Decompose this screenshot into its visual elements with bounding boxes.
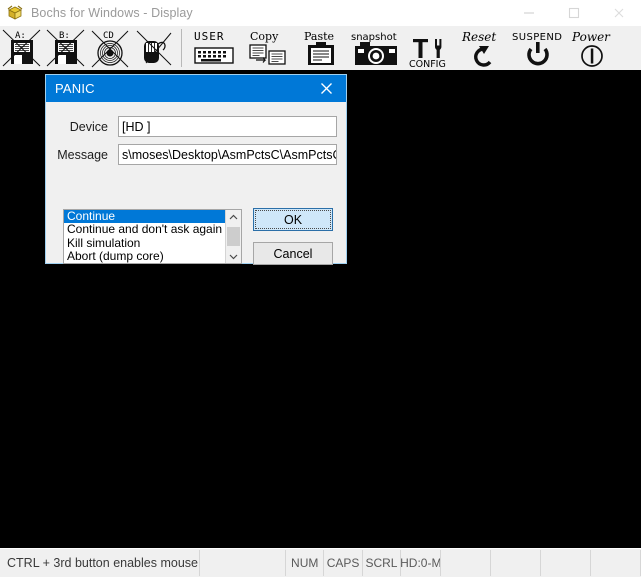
close-icon[interactable]	[596, 1, 641, 26]
panic-dialog: PANIC Device [HD ] Message s\moses\Deskt…	[45, 74, 347, 265]
bochs-window: Bochs for Windows - Display A: B: CD USE…	[0, 0, 641, 577]
window-titlebar: Bochs for Windows - Display	[0, 0, 641, 27]
status-message: CTRL + 3rd button enables mouse	[0, 550, 200, 576]
svg-text:CONFIG: CONFIG	[409, 59, 446, 69]
toolbar-button-mouse[interactable]	[132, 26, 176, 70]
device-label: Device	[69, 119, 108, 134]
status-bar: CTRL + 3rd button enables mouse NUM CAPS…	[0, 548, 641, 577]
toolbar-separator	[181, 29, 182, 67]
scrollbar-track[interactable]	[226, 224, 241, 249]
toolbar-button-snapshot[interactable]: snapshot	[349, 26, 403, 70]
ok-button-label: OK	[283, 212, 303, 227]
status-empty-cell	[441, 550, 492, 576]
list-item[interactable]: Kill simulation	[64, 237, 225, 250]
svg-text:Paste: Paste	[304, 30, 334, 43]
status-blank-cell	[200, 550, 287, 576]
message-row: Message s\moses\Desktop\AsmPctsC\AsmPcts…	[46, 144, 337, 165]
device-input[interactable]: [HD ]	[118, 116, 337, 137]
toolbar-button-cdrom[interactable]: CD	[88, 26, 132, 70]
window-title: Bochs for Windows - Display	[31, 6, 193, 20]
status-empty-cell	[591, 550, 641, 576]
panic-dialog-title: PANIC	[55, 81, 95, 96]
toolbar-button-floppy-b[interactable]: B:	[44, 26, 88, 70]
status-indicator-hd: HD:0-M	[401, 550, 442, 576]
svg-text:SUSPEND: SUSPEND	[512, 32, 562, 43]
toolbar-button-floppy-a[interactable]: A:	[0, 26, 44, 70]
status-indicator-caps: CAPS	[324, 550, 363, 576]
status-indicator-scrl: SCRL	[363, 550, 402, 576]
panic-action-listbox[interactable]: Continue Continue and don't ask again Ki…	[63, 209, 242, 264]
bochs-logo-icon	[6, 4, 24, 22]
bochs-toolbar: A: B: CD USER Copy Paste snapshot CONFIG…	[0, 26, 641, 71]
toolbar-button-config[interactable]: CONFIG	[403, 26, 457, 70]
status-empty-cell	[491, 550, 542, 576]
scroll-down-icon[interactable]	[226, 249, 241, 263]
toolbar-button-reset[interactable]: Reset	[457, 26, 511, 70]
list-item[interactable]: Abort (dump core)	[64, 250, 225, 263]
svg-text:B:: B:	[59, 31, 70, 41]
svg-text:USER: USER	[194, 30, 225, 43]
cancel-button[interactable]: Cancel	[253, 242, 333, 265]
svg-text:snapshot: snapshot	[351, 32, 397, 43]
toolbar-button-suspend[interactable]: SUSPEND	[511, 26, 565, 70]
status-empty-cell	[541, 550, 592, 576]
ok-button[interactable]: OK	[253, 208, 333, 231]
maximize-icon[interactable]	[551, 1, 596, 26]
vga-display-area[interactable]: PANIC Device [HD ] Message s\moses\Deskt…	[0, 70, 641, 548]
cancel-button-label: Cancel	[273, 246, 313, 261]
scroll-up-icon[interactable]	[226, 210, 241, 224]
status-indicator-num: NUM	[286, 550, 325, 576]
toolbar-button-paste[interactable]: Paste	[295, 26, 349, 70]
listbox-scrollbar[interactable]	[225, 210, 241, 263]
svg-text:A:: A:	[15, 31, 26, 41]
svg-text:CD: CD	[103, 31, 114, 41]
panic-dialog-titlebar: PANIC	[46, 75, 346, 102]
dialog-close-icon[interactable]	[306, 75, 346, 102]
svg-text:Power: Power	[571, 30, 611, 44]
svg-text:Copy: Copy	[250, 30, 279, 43]
toolbar-button-power[interactable]: Power	[565, 26, 619, 70]
toolbar-button-copy[interactable]: Copy	[241, 26, 295, 70]
minimize-icon[interactable]	[506, 1, 551, 26]
toolbar-button-user[interactable]: USER	[187, 26, 241, 70]
list-item[interactable]: Continue and don't ask again	[64, 223, 225, 236]
message-input[interactable]: s\moses\Desktop\AsmPctsC\AsmPctsC.vhd'	[118, 144, 337, 165]
device-row: Device [HD ]	[46, 116, 337, 137]
scrollbar-thumb[interactable]	[227, 227, 240, 246]
listbox-items: Continue Continue and don't ask again Ki…	[64, 210, 225, 263]
message-label: Message	[57, 147, 108, 162]
list-item[interactable]: Continue	[64, 210, 225, 224]
panic-dialog-body: Device [HD ] Message s\moses\Desktop\Asm…	[46, 102, 346, 265]
svg-text:Reset: Reset	[461, 30, 496, 44]
